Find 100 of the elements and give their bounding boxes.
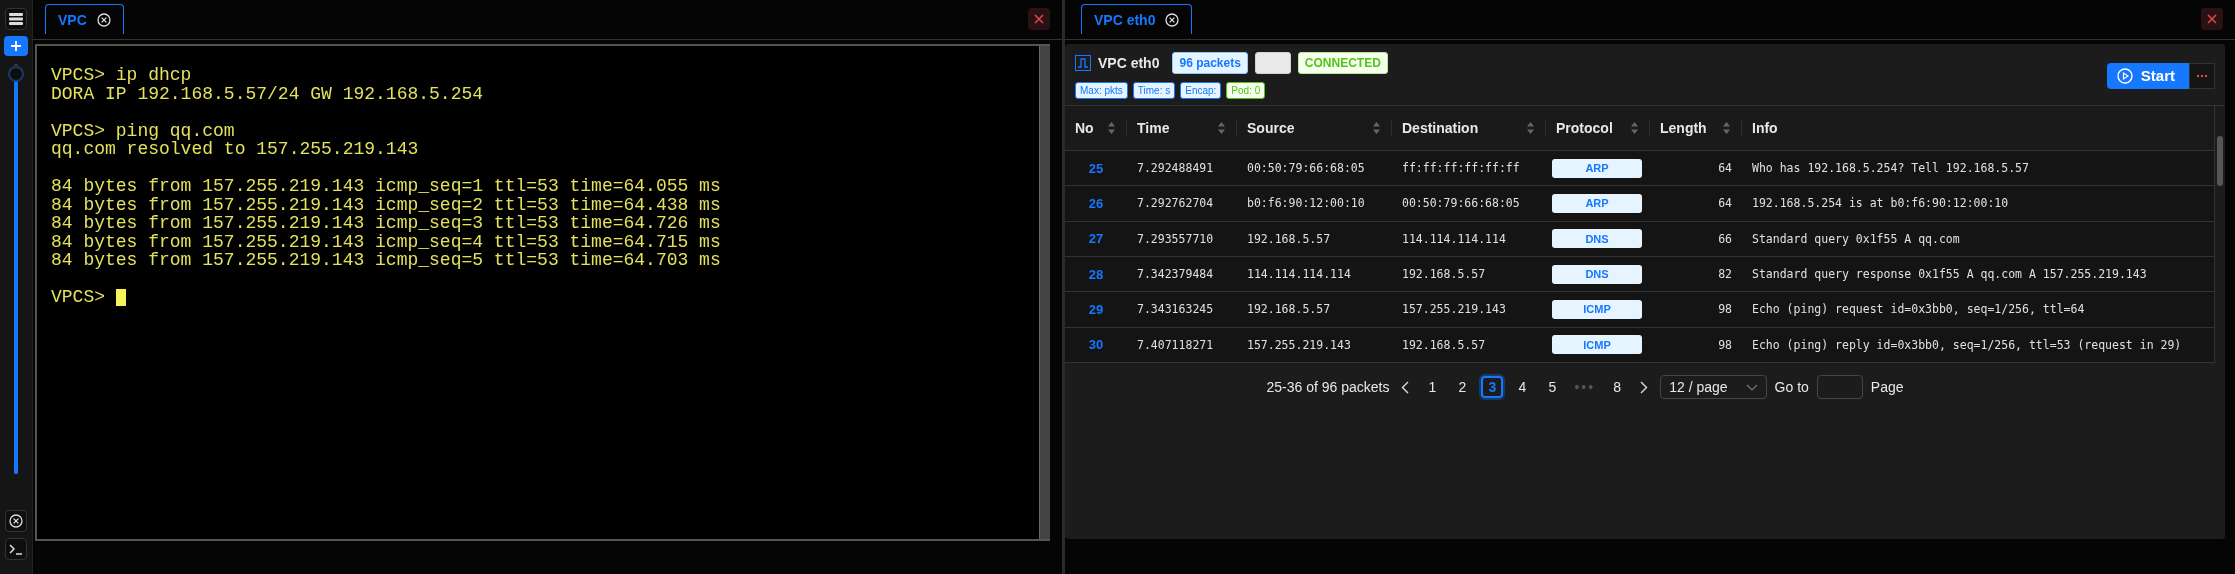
table-cell-text: 192.168.5.57	[1401, 267, 1487, 282]
terminal-line: VPCS> ip dhcp	[51, 66, 192, 85]
table-cell-text: b0:f6:90:12:00:10	[1246, 196, 1366, 211]
page-label: Page	[1870, 379, 1904, 395]
next-page-icon[interactable]	[1640, 380, 1649, 394]
page-input[interactable]	[1816, 375, 1863, 399]
table-cell-text: 192.168.5.57	[1401, 337, 1487, 352]
start-button[interactable]: Start	[2106, 62, 2189, 89]
status-badge: CONNECTED	[1297, 52, 1388, 74]
close-icon	[1033, 13, 1045, 25]
sort-icon[interactable]	[1526, 120, 1535, 135]
protocol-tag: DNS	[1552, 264, 1642, 284]
terminal-line: 84 bytes from 157.255.219.143 icmp_seq=4 ttl=53 time=64.715 ms	[51, 232, 721, 251]
sort-icon[interactable]	[1722, 120, 1731, 135]
table-cell-text: 26	[1087, 195, 1105, 211]
table-cell-text: 7.407118271	[1136, 337, 1215, 352]
more-icon	[2196, 73, 2208, 78]
terminal-icon[interactable]	[5, 538, 27, 560]
capture-title: VPC eth0	[1098, 55, 1160, 71]
table-cell-text: 7.343163245	[1136, 302, 1215, 317]
close-tab-icon[interactable]	[96, 12, 111, 27]
table-cell-text: 00:50:79:66:68:05	[1246, 161, 1366, 176]
column-header[interactable]: Destination	[1402, 119, 1479, 136]
table-cell-text: 157.255.219.143	[1401, 302, 1507, 317]
close-tab-icon[interactable]	[1165, 12, 1180, 27]
column-header[interactable]: Source	[1247, 119, 1295, 136]
table-cell-text: 25	[1087, 160, 1105, 176]
close-panel-button[interactable]	[2201, 8, 2223, 30]
sort-icon[interactable]	[1217, 120, 1226, 135]
tab[interactable]: VPC	[45, 4, 124, 34]
close-icon	[2206, 13, 2218, 25]
terminal-line: qq.com resolved to 157.255.219.143	[51, 140, 419, 159]
page-button[interactable]: 8	[1606, 376, 1629, 398]
column-header[interactable]: Info	[1752, 119, 1778, 136]
table-cell-text: 7.293557710	[1136, 231, 1215, 246]
goto-label: Go to	[1774, 379, 1809, 395]
terminal-line: DORA IP 192.168.5.57/24 GW 192.168.5.254	[51, 84, 484, 103]
sort-icon[interactable]	[1107, 120, 1116, 135]
table-cell-text: Standard query 0x1f55 A qq.com	[1751, 231, 1961, 246]
pagination-summary: 25-36 of 96 packets	[1266, 379, 1390, 395]
column-header[interactable]: Length	[1660, 119, 1707, 136]
scrollbar[interactable]	[2214, 106, 2225, 363]
page-button[interactable]: 5	[1541, 376, 1564, 398]
close-panel-button[interactable]	[1028, 8, 1050, 30]
page-button[interactable]: 4	[1511, 376, 1534, 398]
table-cell-text: 192.168.5.254 is at b0:f6:90:12:00:10	[1751, 196, 2010, 211]
server-icon[interactable]	[5, 8, 27, 30]
table-cell-text: 114.114.114.114	[1401, 231, 1507, 246]
table-cell-text: 29	[1087, 301, 1105, 317]
column-header[interactable]: Time	[1137, 119, 1170, 136]
page-size-dropdown[interactable]: 12 / page	[1660, 375, 1767, 399]
protocol-tag: ARP	[1552, 158, 1642, 178]
protocol-tag: ICMP	[1552, 335, 1642, 355]
waveform-icon	[1075, 55, 1091, 71]
terminal-line: 84 bytes from 157.255.219.143 icmp_seq=1 ttl=53 time=64.055 ms	[51, 177, 721, 196]
table-cell-text: Standard query response 0x1f55 A qq.com A 157.255.219.143	[1751, 267, 2148, 282]
terminal-line: 84 bytes from 157.255.219.143 icmp_seq=5 ttl=53 time=64.703 ms	[51, 251, 721, 270]
close-icon[interactable]	[5, 510, 27, 532]
column-header[interactable]: No	[1075, 119, 1094, 136]
status-badge	[1254, 52, 1291, 74]
page-button[interactable]: 3	[1481, 376, 1504, 398]
filter-tag: Encap:	[1180, 82, 1222, 99]
table-cell-text: Echo (ping) reply id=0x3bb0, seq=1/256, ttl=53 (request in 29)	[1751, 337, 2183, 352]
table-cell-text: 192.168.5.57	[1246, 302, 1332, 317]
table-cell-text: 7.342379484	[1136, 267, 1215, 282]
terminal-line: VPCS>	[51, 288, 105, 307]
terminal-line: 84 bytes from 157.255.219.143 icmp_seq=2 ttl=53 time=64.438 ms	[51, 195, 721, 214]
filter-tag: Pod: 0	[1226, 82, 1266, 99]
table-cell-text: 157.255.219.143	[1246, 337, 1352, 352]
previous-page-icon[interactable]	[1401, 380, 1410, 394]
play-icon	[2116, 67, 2133, 84]
page-button[interactable]: 1	[1421, 376, 1444, 398]
add-button[interactable]	[4, 36, 28, 56]
table-cell-text: ff:ff:ff:ff:ff:ff	[1401, 161, 1521, 176]
scrollbar[interactable]	[1039, 46, 1050, 539]
plus-icon	[11, 41, 21, 51]
filter-tag: Max: pkts	[1075, 82, 1128, 99]
protocol-tag: DNS	[1552, 229, 1642, 249]
table-cell-text: 28	[1087, 266, 1105, 282]
table-cell-text: 98	[1717, 302, 1733, 317]
sort-icon[interactable]	[1630, 120, 1639, 135]
protocol-tag: ARP	[1552, 193, 1642, 213]
page-button[interactable]: 2	[1451, 376, 1474, 398]
table-cell-text: 7.292762704	[1136, 196, 1215, 211]
chevron-down-icon	[1745, 383, 1758, 391]
table-cell-text: Echo (ping) request id=0x3bb0, seq=1/256, ttl=64	[1751, 302, 2086, 317]
protocol-tag: ICMP	[1552, 299, 1642, 319]
table-cell-text: 192.168.5.57	[1246, 231, 1332, 246]
table-cell-text: 114.114.114.114	[1246, 267, 1352, 282]
table-cell-text: Who has 192.168.5.254? Tell 192.168.5.57	[1751, 161, 2030, 176]
table-cell-text: 64	[1717, 196, 1733, 211]
column-header[interactable]: Protocol	[1556, 119, 1613, 136]
table-cell-text: 30	[1087, 337, 1105, 353]
table-cell-text: 64	[1717, 161, 1733, 176]
sort-icon[interactable]	[1372, 120, 1381, 135]
table-cell-text: 27	[1087, 231, 1105, 247]
tab[interactable]: VPC eth0	[1081, 4, 1193, 34]
table-cell-text: 66	[1717, 231, 1733, 246]
table-cell-text: 7.292488491	[1136, 161, 1215, 176]
filter-tag: Time: s	[1132, 82, 1176, 99]
